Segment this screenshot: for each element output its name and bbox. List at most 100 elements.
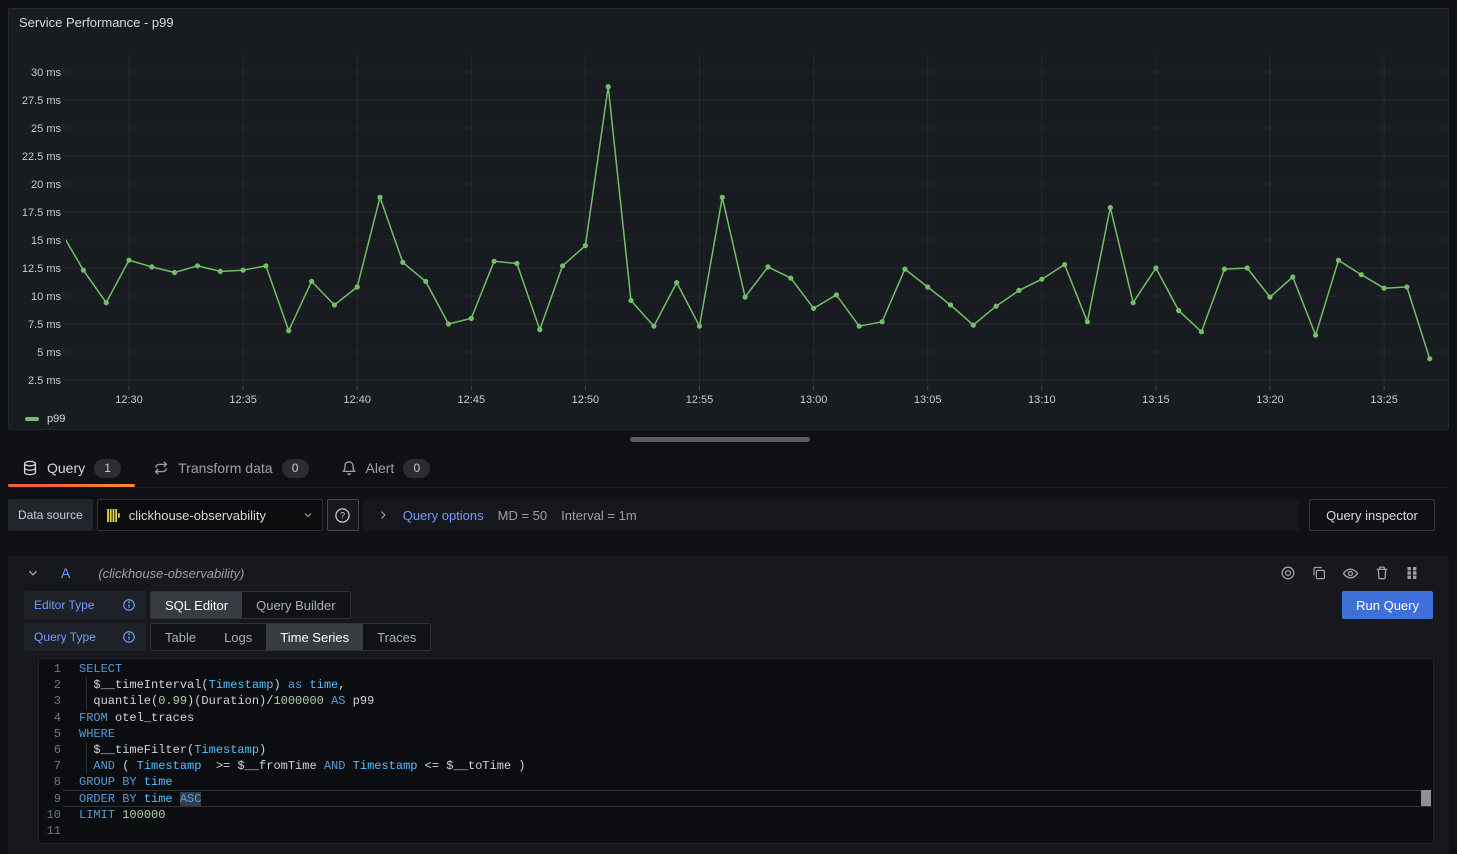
query-row-header: A (clickhouse-observability) xyxy=(8,556,1449,590)
duplicate-query-icon[interactable] xyxy=(1311,565,1327,581)
line-number: 5 xyxy=(39,726,61,742)
sql-code-lines[interactable]: SELECT $__timeInterval(Timestamp) as tim… xyxy=(79,661,1419,839)
query-tabbar: Query 1 Transform data 0 Alert 0 xyxy=(8,453,1449,488)
svg-text:12:40: 12:40 xyxy=(343,394,371,406)
line-number: 10 xyxy=(39,807,61,823)
svg-text:20 ms: 20 ms xyxy=(31,179,61,191)
query-type-table[interactable]: Table xyxy=(151,624,210,650)
info-icon[interactable] xyxy=(122,630,136,644)
query-options-bar[interactable]: Query options MD = 50 Interval = 1m xyxy=(363,499,1299,531)
code-line[interactable]: GROUP BY time xyxy=(79,774,1419,790)
svg-text:12:50: 12:50 xyxy=(572,394,600,406)
svg-text:10 ms: 10 ms xyxy=(31,291,61,303)
svg-text:12:30: 12:30 xyxy=(115,394,143,406)
drag-handle-icon[interactable] xyxy=(1405,565,1419,581)
query-type-time-series[interactable]: Time Series xyxy=(266,624,363,650)
sql-code-editor[interactable]: 1234567891011 SELECT $__timeInterval(Tim… xyxy=(38,658,1434,844)
line-number-gutter: 1234567891011 xyxy=(39,661,61,839)
datasource-picker[interactable]: clickhouse-observability xyxy=(97,499,323,531)
legend-label: p99 xyxy=(47,413,65,425)
svg-text:5 ms: 5 ms xyxy=(37,347,61,359)
horizontal-scrollbar[interactable] xyxy=(630,437,810,442)
editor-type-sql-editor[interactable]: SQL Editor xyxy=(151,592,242,618)
svg-text:13:20: 13:20 xyxy=(1256,394,1284,406)
line-number: 2 xyxy=(39,677,61,693)
svg-text:30 ms: 30 ms xyxy=(31,67,61,79)
line-number: 11 xyxy=(39,823,61,839)
code-line[interactable]: FROM otel_traces xyxy=(79,710,1419,726)
collapse-chevron-icon[interactable] xyxy=(26,566,40,580)
line-number: 7 xyxy=(39,758,61,774)
query-datasource-hint: (clickhouse-observability) xyxy=(98,566,244,581)
chevron-down-icon xyxy=(302,509,314,521)
timeseries-panel: Service Performance - p99 2.5 ms5 ms7.5 … xyxy=(8,8,1449,430)
run-query-button[interactable]: Run Query xyxy=(1342,591,1433,619)
svg-text:7.5 ms: 7.5 ms xyxy=(28,319,62,331)
query-options-link[interactable]: Query options xyxy=(403,508,484,523)
query-type-traces[interactable]: Traces xyxy=(363,624,430,650)
timeseries-chart[interactable]: 2.5 ms5 ms7.5 ms10 ms12.5 ms15 ms17.5 ms… xyxy=(9,9,1448,429)
tab-alert[interactable]: Alert 0 xyxy=(327,453,445,487)
tab-transform-count: 0 xyxy=(282,459,309,478)
transform-icon xyxy=(153,460,169,476)
line-number: 4 xyxy=(39,710,61,726)
svg-text:2.5 ms: 2.5 ms xyxy=(28,375,62,387)
code-line[interactable]: $__timeFilter(Timestamp) xyxy=(79,742,1419,758)
svg-text:27.5 ms: 27.5 ms xyxy=(22,95,62,107)
database-icon xyxy=(22,460,38,476)
tab-query-count: 1 xyxy=(94,459,121,478)
datasource-help-button[interactable]: ? xyxy=(327,499,359,531)
svg-text:12:55: 12:55 xyxy=(686,394,714,406)
query-type-label: Query Type xyxy=(24,623,146,651)
code-line[interactable]: AND ( Timestamp >= $__fromTime AND Times… xyxy=(79,758,1419,774)
line-number: 3 xyxy=(39,693,61,709)
svg-text:17.5 ms: 17.5 ms xyxy=(22,207,62,219)
editor-type-row: Editor Type SQL Editor Query Builder xyxy=(24,591,351,619)
svg-text:13:25: 13:25 xyxy=(1370,394,1398,406)
bell-icon xyxy=(341,460,357,476)
svg-text:13:00: 13:00 xyxy=(800,394,828,406)
svg-text:15 ms: 15 ms xyxy=(31,235,61,247)
code-line[interactable]: quantile(0.99)(Duration)/1000000 AS p99 xyxy=(79,693,1419,709)
query-type-row: Query Type Table Logs Time Series Traces xyxy=(24,623,431,651)
query-ref-id[interactable]: A xyxy=(61,565,70,581)
line-number: 8 xyxy=(39,774,61,790)
tab-query[interactable]: Query 1 xyxy=(8,453,135,487)
query-inspector-button[interactable]: Query inspector xyxy=(1309,499,1435,531)
info-icon[interactable] xyxy=(122,598,136,612)
editor-type-query-builder[interactable]: Query Builder xyxy=(242,592,349,618)
query-toolbar: Data source clickhouse-observability ? Q… xyxy=(8,499,1435,531)
disable-query-icon[interactable] xyxy=(1280,565,1296,581)
query-editor-card: A (clickhouse-observability) xyxy=(8,556,1449,854)
svg-text:13:10: 13:10 xyxy=(1028,394,1056,406)
tab-transform-data[interactable]: Transform data 0 xyxy=(139,453,322,487)
code-line[interactable]: ORDER BY time ASC xyxy=(79,791,1419,807)
code-line[interactable]: WHERE xyxy=(79,726,1419,742)
datasource-name: clickhouse-observability xyxy=(129,508,266,523)
code-line[interactable]: SELECT xyxy=(79,661,1419,677)
chevron-right-icon xyxy=(377,509,389,521)
code-line[interactable] xyxy=(79,823,1419,839)
hide-response-eye-icon[interactable] xyxy=(1342,565,1359,582)
line-number: 6 xyxy=(39,742,61,758)
editor-type-radio-group: SQL Editor Query Builder xyxy=(150,591,351,619)
legend-swatch xyxy=(25,417,39,421)
svg-text:22.5 ms: 22.5 ms xyxy=(22,151,62,163)
svg-text:?: ? xyxy=(340,510,345,520)
tab-alert-count: 0 xyxy=(403,459,430,478)
max-data-points-value: MD = 50 xyxy=(498,508,548,523)
code-line[interactable]: LIMIT 100000 xyxy=(79,807,1419,823)
question-circle-icon: ? xyxy=(334,507,351,524)
svg-text:12:35: 12:35 xyxy=(229,394,257,406)
remove-query-trash-icon[interactable] xyxy=(1374,565,1390,581)
tab-label: Transform data xyxy=(178,460,272,476)
line-number: 1 xyxy=(39,661,61,677)
legend-item-p99[interactable]: p99 xyxy=(25,413,65,425)
svg-text:12:45: 12:45 xyxy=(458,394,486,406)
svg-text:13:15: 13:15 xyxy=(1142,394,1170,406)
overview-ruler-cursor-mark xyxy=(1421,790,1431,806)
tab-label: Alert xyxy=(366,460,395,476)
editor-type-label: Editor Type xyxy=(24,591,146,619)
code-line[interactable]: $__timeInterval(Timestamp) as time, xyxy=(79,677,1419,693)
query-type-logs[interactable]: Logs xyxy=(210,624,266,650)
